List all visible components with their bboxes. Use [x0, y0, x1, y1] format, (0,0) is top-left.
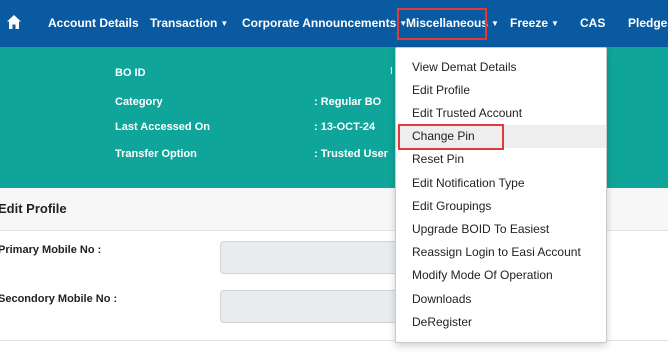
transfer-option-label: Transfer Option	[115, 148, 197, 160]
menu-item-modify-mode-of-operation[interactable]: Modify Mode Of Operation	[396, 264, 606, 287]
menu-item-edit-trusted-account[interactable]: Edit Trusted Account	[396, 102, 606, 125]
nav-account-details[interactable]: Account Details	[48, 0, 139, 47]
home-icon[interactable]	[6, 14, 22, 30]
menu-item-edit-notification-type[interactable]: Edit Notification Type	[396, 172, 606, 195]
menu-item-deregister[interactable]: DeRegister	[396, 311, 606, 334]
caret-down-icon: ▼	[220, 19, 229, 28]
menu-item-reassign-login[interactable]: Reassign Login to Easi Account	[396, 241, 606, 264]
menu-item-downloads[interactable]: Downloads	[396, 288, 606, 311]
menu-item-reset-pin[interactable]: Reset Pin	[396, 148, 606, 171]
nav-pledge[interactable]: Pledge	[628, 0, 667, 47]
top-navbar: Account Details Transaction ▼ Corporate A…	[0, 0, 668, 47]
nav-corporate-announcements[interactable]: Corporate Announcements ▼	[242, 0, 407, 47]
bo-id-partial-text: I	[390, 66, 393, 77]
miscellaneous-dropdown-menu: View Demat Details Edit Profile Edit Tru…	[395, 47, 607, 343]
transfer-option-value: : Trusted User	[314, 148, 388, 160]
primary-mobile-input[interactable]	[220, 241, 420, 274]
nav-cas[interactable]: CAS	[580, 0, 605, 47]
category-value: : Regular BO	[314, 96, 382, 108]
bo-id-label: BO ID	[115, 67, 146, 79]
category-label: Category	[115, 96, 163, 108]
caret-down-icon: ▼	[491, 19, 499, 28]
menu-item-view-demat-details[interactable]: View Demat Details	[396, 56, 606, 79]
change-pin-highlight-box	[398, 124, 504, 150]
menu-item-upgrade-boid[interactable]: Upgrade BOID To Easiest	[396, 218, 606, 241]
menu-item-edit-profile[interactable]: Edit Profile	[396, 79, 606, 102]
menu-item-edit-groupings[interactable]: Edit Groupings	[396, 195, 606, 218]
primary-mobile-label: Primary Mobile No :	[0, 244, 102, 256]
secondary-mobile-label: Secondory Mobile No :	[0, 293, 118, 305]
miscellaneous-highlight-box	[397, 8, 487, 40]
page-title: Edit Profile	[0, 201, 67, 216]
last-accessed-label: Last Accessed On	[115, 121, 210, 133]
nav-freeze[interactable]: Freeze ▼	[510, 0, 559, 47]
last-accessed-value: : 13-OCT-24	[314, 121, 376, 133]
secondary-mobile-input[interactable]	[220, 290, 420, 323]
caret-down-icon: ▼	[551, 19, 559, 28]
nav-transaction[interactable]: Transaction ▼	[150, 0, 228, 47]
